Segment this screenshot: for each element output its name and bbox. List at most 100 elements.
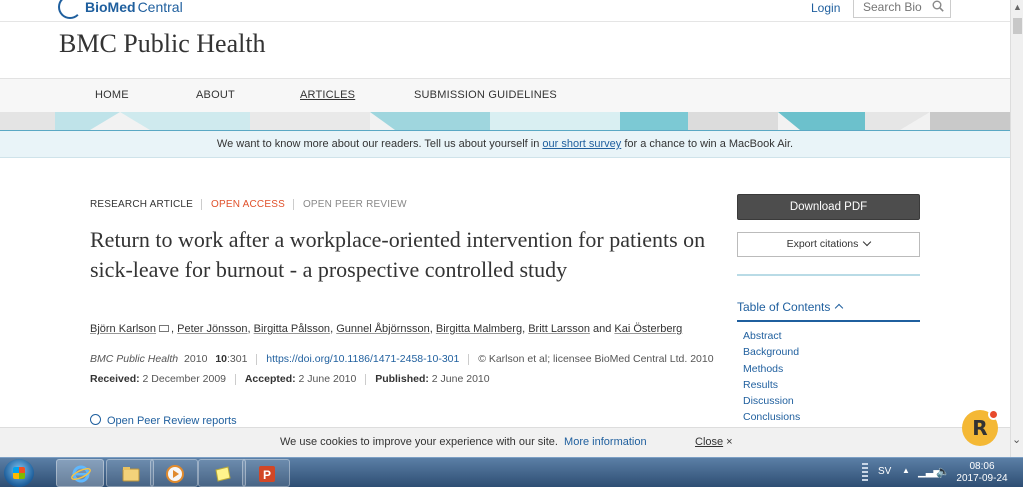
chevron-down-icon [863,237,872,247]
taskbar-internet-explorer[interactable] [56,459,104,487]
media-player-icon [166,465,184,483]
peer-review-link-label: Open Peer Review reports [107,415,237,427]
nav-articles[interactable]: ARTICLES [300,89,355,101]
scroll-up-arrow-icon[interactable]: ▲ [1013,2,1022,12]
cookie-bar: We use cookies to improve your experienc… [0,427,1010,457]
email-icon[interactable] [159,325,170,332]
logo-ring-icon [58,0,82,19]
article-title: Return to work after a workplace-oriente… [90,227,706,282]
login-link[interactable]: Login [811,1,840,15]
citation-year: 2010 [184,353,208,365]
search-icon[interactable] [932,0,944,12]
toc-item-abstract[interactable]: Abstract [743,328,800,344]
copyright-text: © Karlson et al; licensee BioMed Central… [478,353,714,365]
logo-bio-text: BioMed [85,0,136,15]
toc-header[interactable]: Table of Contents [737,300,920,322]
citation-page: :301 [227,353,248,365]
accepted-label: Accepted: [244,373,296,385]
toc-item-discussion[interactable]: Discussion [743,393,800,409]
author-link[interactable]: Britt Larsson [528,323,590,335]
doi-link[interactable]: https://doi.org/10.1186/1471-2458-10-301 [266,353,459,365]
toc-item-methods[interactable]: Methods [743,361,800,377]
toc-item-background[interactable]: Background [743,344,800,360]
volume-icon[interactable]: 🔈 [936,465,950,478]
author-link[interactable]: Birgitta Pålsson [254,323,330,335]
article-type-label: RESEARCH ARTICLE [90,199,194,210]
citation-volume: 10 [215,353,228,365]
taskbar-sticky-notes[interactable] [198,459,246,487]
vertical-scrollbar[interactable]: ▲ ⌄ [1010,0,1023,457]
r-badge-letter: R [972,416,988,440]
received-date: 2 December 2009 [142,373,226,385]
taskbar-media-player[interactable] [150,459,198,487]
divider [468,353,470,365]
author-link[interactable]: Gunnel Åbjörnsson [336,323,430,335]
toc-item-results[interactable]: Results [743,377,800,393]
close-icon: × [726,436,733,448]
language-indicator[interactable]: SV [878,466,891,477]
decorative-stripe [0,112,1010,130]
search-input[interactable] [854,0,929,16]
export-citations-label: Export citations [786,238,859,250]
clock-date: 2017-09-24 [956,473,1008,484]
published-date: 2 June 2010 [431,373,490,385]
open-peer-review-label: OPEN PEER REVIEW [292,199,407,210]
show-hidden-icons-icon[interactable]: ▲ [902,466,910,475]
toc-item-conclusions[interactable]: Conclusions [743,409,800,425]
folder-icon [122,467,140,482]
taskbar-powerpoint[interactable]: P [242,459,290,487]
author-link[interactable]: Björn Karlson [90,323,156,335]
published-label: Published: [375,373,429,385]
sidebar-divider [737,274,920,276]
toc-title: Table of Contents [737,300,831,314]
biomed-central-logo[interactable]: BioMed Central [58,0,183,20]
export-citations-button[interactable]: Export citations [737,232,920,257]
article-labels: RESEARCH ARTICLE OPEN ACCESS OPEN PEER REV… [90,199,407,210]
chevron-up-icon [835,303,844,313]
article-dates: Received: 2 December 2009 Accepted: 2 Ju… [90,373,490,385]
received-label: Received: [90,373,140,385]
author-link[interactable]: Kai Österberg [614,323,682,335]
clock[interactable]: 08:06 2017-09-24 [952,461,1012,485]
clock-time: 08:06 [969,461,995,472]
survey-text-after: for a chance to win a MacBook Air. [621,138,794,150]
scroll-down-arrow-icon[interactable]: ⌄ [1012,433,1021,446]
windows-logo-icon [13,467,25,479]
journal-title[interactable]: BMC Public Health [59,29,266,59]
survey-banner: We want to know more about our readers. … [0,130,1010,158]
open-access-label: OPEN ACCESS [201,199,285,210]
survey-link[interactable]: our short survey [542,138,621,150]
nav-home[interactable]: HOME [95,89,129,101]
r-badge-button[interactable]: R [962,409,999,446]
divider [234,373,236,385]
accepted-date: 2 June 2010 [298,373,357,385]
windows-taskbar: P SV ▲ ▁▃▅ 🔈 08:06 2017-09-24 [0,457,1023,487]
internet-explorer-icon [71,465,91,483]
author-link[interactable]: Peter Jönsson [177,323,247,335]
notification-dot-icon [988,409,999,420]
divider [256,353,258,365]
search-box [853,0,951,18]
scroll-thumb[interactable] [1013,18,1022,34]
cookie-more-info-link[interactable]: More information [564,436,647,448]
powerpoint-icon: P [259,466,275,482]
sticky-notes-icon [215,466,231,482]
tray-grip [862,463,868,483]
citation-line: BMC Public Health 2010 10:301 https://do… [90,353,714,365]
browser-viewport: BioMed Central Login BMC Public Health H… [0,0,1010,457]
author-list: Björn Karlson, Peter Jönsson, Birgitta P… [90,323,683,335]
peer-review-icon [90,414,101,425]
main-nav: HOME ABOUT ARTICLES SUBMISSION GUIDELINE… [0,78,1010,112]
start-button[interactable] [4,459,34,487]
nav-submission-guidelines[interactable]: SUBMISSION GUIDELINES [414,89,557,101]
download-pdf-button[interactable]: Download PDF [737,194,920,220]
taskbar-file-explorer[interactable] [106,459,154,487]
top-bar: BioMed Central Login [0,0,1010,22]
citation-journal: BMC Public Health [90,353,179,365]
author-link[interactable]: Birgitta Malmberg [436,323,522,335]
svg-text:P: P [263,468,271,482]
nav-about[interactable]: ABOUT [196,89,235,101]
divider [365,373,367,385]
open-peer-review-reports-link[interactable]: Open Peer Review reports [90,414,237,427]
cookie-close-button[interactable]: Close × [695,428,733,456]
